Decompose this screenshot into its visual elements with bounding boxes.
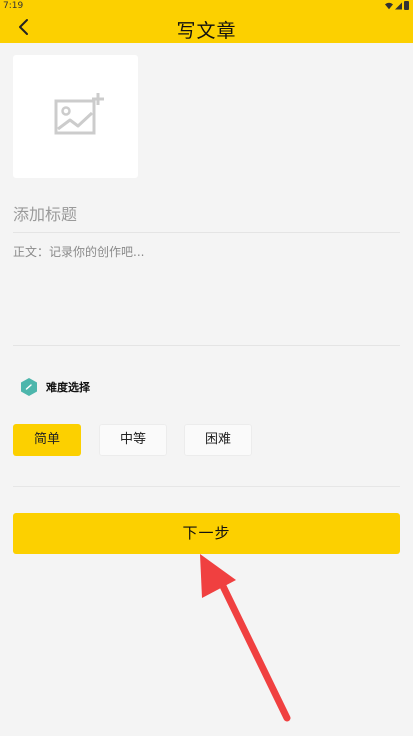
divider (13, 486, 400, 487)
annotation-arrow (200, 554, 291, 722)
difficulty-label: 难度选择 (46, 381, 90, 394)
difficulty-hexagon-icon (21, 378, 37, 396)
cover-image-upload[interactable] (13, 55, 138, 178)
difficulty-option-hard[interactable]: 困难 (184, 424, 252, 456)
next-step-button[interactable]: 下一步 (13, 513, 400, 554)
battery-icon (404, 1, 409, 10)
status-time: 7:19 (3, 1, 24, 11)
difficulty-option-medium[interactable]: 中等 (99, 424, 167, 456)
status-bar: 7:19 (0, 0, 413, 12)
page-title: 写文章 (176, 20, 237, 42)
add-image-icon (54, 93, 104, 135)
title-input[interactable] (13, 196, 400, 233)
difficulty-option-easy[interactable]: 简单 (13, 424, 81, 456)
body-textarea[interactable] (13, 243, 400, 346)
signal-icon (395, 2, 402, 9)
status-icons (385, 1, 409, 10)
app-bar: 写文章 (0, 12, 413, 43)
wifi-icon (385, 2, 393, 9)
